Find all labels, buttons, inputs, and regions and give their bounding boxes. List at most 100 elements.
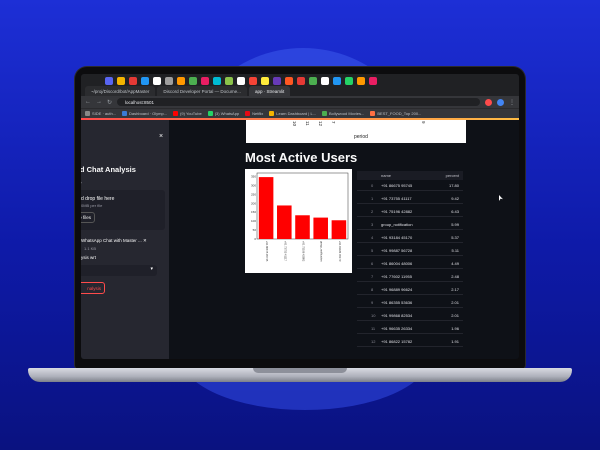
bookmark-icon bbox=[370, 111, 376, 116]
remove-file-icon[interactable]: ✕ bbox=[143, 238, 147, 243]
profile-avatar[interactable] bbox=[497, 98, 504, 106]
extension-icon[interactable] bbox=[249, 77, 257, 85]
file-dropzone[interactable]: d drop file here 0MB per file e files bbox=[81, 190, 165, 230]
bookmark-item[interactable]: BEST_FOOD_Top 200... bbox=[370, 111, 421, 116]
extension-icon[interactable] bbox=[225, 77, 233, 85]
header-name[interactable]: name bbox=[381, 173, 391, 178]
bookmark-label: Netflix bbox=[252, 111, 264, 116]
uploaded-file-size: 1.1 KB bbox=[84, 246, 97, 251]
user-name: group_notification bbox=[381, 222, 413, 227]
table-row[interactable]: 7 +91 77602 11955 2.48 bbox=[357, 271, 463, 282]
extension-icon[interactable] bbox=[165, 77, 173, 85]
table-row[interactable]: 5 +91 99887 56728 5.11 bbox=[357, 245, 463, 256]
row-index: 12 bbox=[371, 339, 376, 344]
table-row[interactable]: 11 +91 96635 26334 1.96 bbox=[357, 323, 463, 334]
address-bar: ← → ↻ localhost:8501 ⋮ bbox=[81, 96, 519, 108]
bookmark-item[interactable]: (3) WhatsApp bbox=[207, 111, 239, 116]
extension-icon[interactable] bbox=[309, 77, 317, 85]
users-table[interactable]: name percent 0 +91 86675 95745 17.80 1 +91 7… bbox=[357, 171, 463, 359]
strip-tick: 10 bbox=[292, 121, 297, 127]
extension-icon[interactable] bbox=[321, 77, 329, 85]
row-index: 6 bbox=[371, 261, 374, 266]
section-title: Most Active Users bbox=[245, 150, 358, 165]
bookmark-icon bbox=[207, 111, 213, 116]
browser-tab[interactable]: ~/proj/Discord/bot/AppMaster bbox=[85, 86, 156, 96]
extension-icon[interactable] bbox=[105, 77, 113, 85]
y-tick-label: 350 bbox=[251, 175, 256, 179]
bookmark-item[interactable]: Bollywood Movies... bbox=[322, 111, 364, 116]
menu-icon[interactable]: ⋮ bbox=[509, 99, 515, 106]
browser-tab[interactable]: Discord Developer Portal — Docume... bbox=[157, 86, 247, 96]
upload-label: e bbox=[81, 180, 82, 185]
strip-tick: 9 bbox=[421, 121, 426, 124]
bookmark-label: (9) YouTube bbox=[180, 111, 202, 116]
extension-icon[interactable] bbox=[285, 77, 293, 85]
bookmark-icon bbox=[122, 111, 128, 116]
bookmark-item[interactable]: Netflix bbox=[245, 111, 263, 116]
table-row[interactable]: 9 +91 86355 53636 2.01 bbox=[357, 297, 463, 308]
extension-icon[interactable] bbox=[141, 77, 149, 85]
header-percent[interactable]: percent bbox=[446, 173, 459, 178]
table-row[interactable]: 10 +91 99868 82534 2.01 bbox=[357, 310, 463, 321]
user-name: +91 73755 41117 bbox=[381, 196, 412, 201]
user-name: +91 86355 53636 bbox=[381, 300, 413, 305]
show-analysis-button[interactable]: nalysis bbox=[81, 282, 105, 294]
extension-icon[interactable] bbox=[177, 77, 185, 85]
extension-icon[interactable] bbox=[153, 77, 161, 85]
select-label: ysis wrt bbox=[81, 255, 96, 260]
bookmark-item[interactable]: SIDE · auth... bbox=[85, 111, 116, 116]
extension-icon[interactable] bbox=[129, 77, 137, 85]
bookmark-label: SIDE · auth... bbox=[92, 111, 117, 116]
user-select[interactable]: ▾ bbox=[81, 265, 157, 276]
forward-icon[interactable]: → bbox=[96, 99, 102, 105]
table-row[interactable]: 6 +91 86004 48006 4.49 bbox=[357, 258, 463, 269]
bookmark-item[interactable]: (9) YouTube bbox=[173, 111, 202, 116]
strip-tick: 11 bbox=[305, 121, 310, 126]
extension-icon[interactable] bbox=[213, 77, 221, 85]
user-name: +91 86822 15782 bbox=[381, 339, 413, 344]
bar bbox=[258, 177, 274, 239]
user-percent: 9.42 bbox=[451, 196, 459, 201]
row-index: 4 bbox=[371, 235, 374, 240]
table-row[interactable]: 12 +91 86822 15782 1.91 bbox=[357, 336, 463, 347]
user-percent: 2.01 bbox=[451, 300, 459, 305]
table-row[interactable]: 8 +91 96889 96624 2.17 bbox=[357, 284, 463, 295]
dropzone-limit: 0MB per file bbox=[81, 203, 103, 208]
extension-icon[interactable] bbox=[345, 77, 353, 85]
bookmark-icon bbox=[269, 111, 275, 116]
bookmark-item[interactable]: Learn Dashboard | L... bbox=[269, 111, 316, 116]
table-row[interactable]: 4 +91 93184 45170 5.37 bbox=[357, 232, 463, 243]
table-row[interactable]: 0 +91 86675 95745 17.80 bbox=[357, 180, 463, 191]
extension-icon[interactable] bbox=[189, 77, 197, 85]
extension-icon[interactable] bbox=[261, 77, 269, 85]
bookmark-icon bbox=[85, 111, 90, 116]
table-row[interactable]: 3 group_notification 5.99 bbox=[357, 219, 463, 230]
extension-icon[interactable] bbox=[333, 77, 341, 85]
extension-icon[interactable] bbox=[485, 98, 492, 106]
close-icon[interactable]: × bbox=[159, 133, 163, 140]
browse-files-button[interactable]: e files bbox=[81, 212, 95, 223]
user-name: +91 86004 48006 bbox=[381, 261, 413, 266]
reload-icon[interactable]: ↻ bbox=[107, 99, 112, 106]
user-name: +91 77602 11955 bbox=[381, 274, 412, 279]
extension-icon[interactable] bbox=[201, 77, 209, 85]
table-row[interactable]: 2 +91 75196 42882 6.43 bbox=[357, 206, 463, 217]
row-index: 8 bbox=[371, 287, 374, 292]
extension-icon[interactable] bbox=[117, 77, 125, 85]
extension-icon[interactable] bbox=[273, 77, 281, 85]
table-row[interactable]: 1 +91 73755 41117 9.42 bbox=[357, 193, 463, 204]
back-icon[interactable]: ← bbox=[85, 99, 91, 105]
extension-icon[interactable] bbox=[369, 77, 377, 85]
dropzone-text: d drop file here bbox=[81, 196, 115, 202]
extension-icon[interactable] bbox=[357, 77, 365, 85]
row-index: 7 bbox=[371, 274, 374, 279]
url-input[interactable]: localhost:8501 bbox=[117, 98, 480, 106]
bookmark-item[interactable]: Dashboard · Olymp... bbox=[122, 111, 167, 116]
browser-tabs: ~/proj/Discord/bot/AppMaster Discord Deve… bbox=[81, 86, 519, 96]
bookmark-label: Learn Dashboard | L... bbox=[276, 111, 316, 116]
row-index: 9 bbox=[371, 300, 374, 305]
bar bbox=[331, 220, 347, 239]
extension-icon[interactable] bbox=[237, 77, 245, 85]
extension-icon[interactable] bbox=[297, 77, 305, 85]
browser-tab[interactable]: app · Streamlit bbox=[248, 86, 291, 96]
